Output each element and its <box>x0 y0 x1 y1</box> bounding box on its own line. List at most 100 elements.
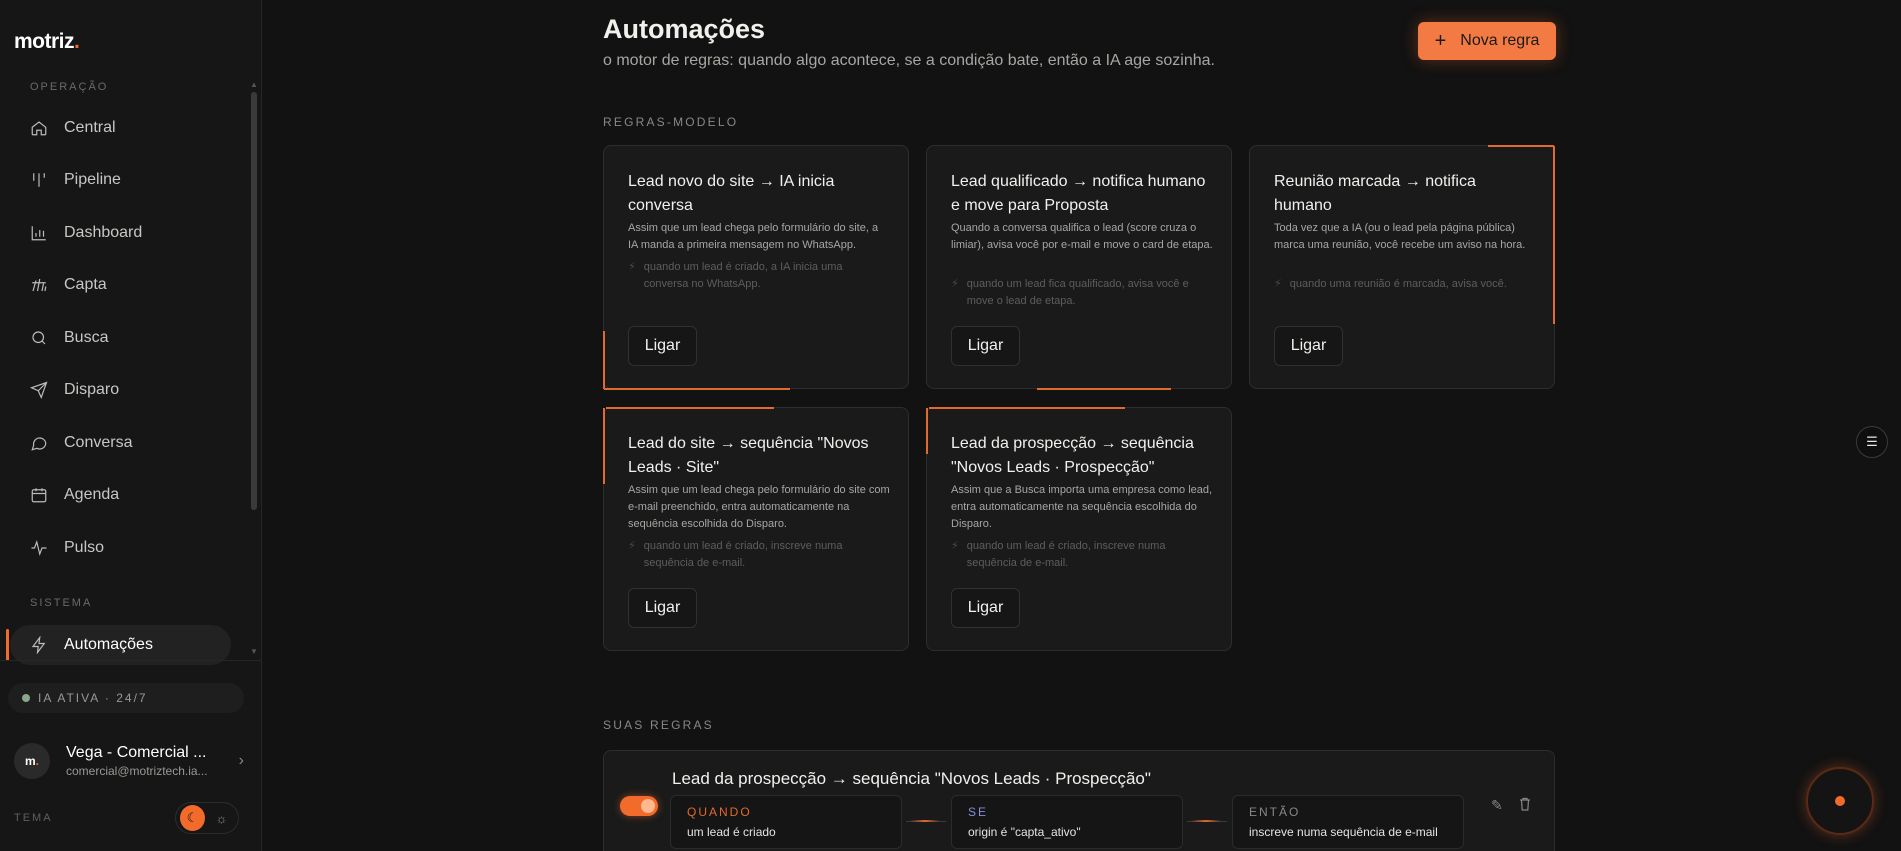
rule-then-value: inscreve numa sequência de e-mail <box>1249 825 1438 839</box>
ia-status-badge: IA ATIVA · 24/7 <box>8 683 244 713</box>
rule-if-value: origin é "capta_ativo" <box>968 825 1081 839</box>
sidebar-item-capta[interactable]: Capta <box>10 265 231 305</box>
card-trigger-text: quando um lead é criado, inscreve numa s… <box>966 540 1166 569</box>
pipeline-icon <box>33 173 45 187</box>
orb-core <box>1835 796 1845 806</box>
sun-icon[interactable]: ☼ <box>209 805 234 831</box>
ligar-button[interactable]: Ligar <box>1274 326 1343 366</box>
home-icon <box>31 121 47 136</box>
sidebar-item-central[interactable]: Central <box>10 108 231 148</box>
user-name: Vega - Comercial ... <box>66 744 207 761</box>
sidebar-item-pulso[interactable]: Pulso <box>10 528 231 568</box>
card-title: Lead do site → sequência "Novos Leads · … <box>628 435 869 476</box>
bar-chart-icon <box>31 226 46 241</box>
rule-if-box: SE origin é "capta_ativo" <box>951 795 1183 849</box>
bolt-icon: ⚡ <box>1274 278 1282 290</box>
sidebar-item-label: Capta <box>64 276 107 293</box>
rule-if-label: SE <box>968 805 989 819</box>
filter-list-icon[interactable]: ☰ <box>1856 426 1888 458</box>
rule-connector <box>1187 820 1227 822</box>
sidebar-item-automacoes[interactable]: Automações <box>6 625 231 665</box>
sidebar-item-label: Conversa <box>64 434 133 451</box>
pulse-icon <box>31 539 47 557</box>
search-icon <box>32 331 46 345</box>
scroll-up-arrow[interactable]: ▲ <box>250 80 258 89</box>
card-trigger-text: quando um lead é criado, a IA inicia uma… <box>643 261 843 290</box>
card-trigger-text: quando uma reunião é marcada, avisa você… <box>1289 278 1507 290</box>
toggle-knob <box>641 799 655 813</box>
card-trigger: ⚡ quando um lead é criado, a IA inicia um… <box>628 259 890 293</box>
sidebar-item-dashboard[interactable]: Dashboard <box>10 213 231 253</box>
card-accent <box>929 407 1125 409</box>
pencil-icon[interactable]: ✎ <box>1491 797 1503 814</box>
rule-row: Lead da prospecção → sequência "Novos Le… <box>603 750 1555 851</box>
card-trigger-text: quando um lead é criado, inscreve numa s… <box>643 540 843 569</box>
chat-icon <box>31 437 47 451</box>
card-description: Assim que um lead chega pelo formulário … <box>628 484 890 530</box>
card-accent <box>604 388 790 390</box>
rule-enabled-toggle[interactable] <box>620 796 658 816</box>
ligar-button[interactable]: Ligar <box>951 588 1020 628</box>
card-description: Assim que a Busca importa uma empresa co… <box>951 484 1213 530</box>
sidebar-item-pipeline[interactable]: Pipeline <box>10 160 231 200</box>
trash-icon[interactable] <box>1519 797 1531 814</box>
card-trigger: ⚡ quando um lead é criado, inscreve numa … <box>951 538 1213 572</box>
brand-logo[interactable]: motriz. <box>14 30 80 54</box>
card-description: Quando a conversa qualifica o lead (scor… <box>951 222 1213 251</box>
ligar-button[interactable]: Ligar <box>951 326 1020 366</box>
send-icon <box>30 381 48 399</box>
connector-glow <box>1191 820 1221 822</box>
ia-status-text: IA ATIVA · 24/7 <box>38 691 148 705</box>
sidebar-item-label: Pipeline <box>64 171 121 188</box>
card-accent <box>606 407 774 409</box>
page-subtitle: o motor de regras: quando algo acontece,… <box>603 52 1215 69</box>
avatar-initials: m <box>24 754 36 768</box>
brand-name: motriz <box>14 30 75 53</box>
ligar-button[interactable]: Ligar <box>628 326 697 366</box>
bolt-icon: ⚡ <box>951 540 959 552</box>
ligar-button[interactable]: Ligar <box>628 588 697 628</box>
new-rule-button[interactable]: + Nova regra <box>1418 22 1556 60</box>
card-accent <box>1553 146 1555 324</box>
card-trigger: ⚡ quando uma reunião é marcada, avisa voc… <box>1274 276 1536 293</box>
moon-icon[interactable]: ☾ <box>180 805 205 831</box>
brand-dot: . <box>74 30 80 53</box>
sidebar-item-agenda[interactable]: Agenda <box>10 475 231 515</box>
avatar-dot: . <box>35 754 39 768</box>
user-email: comercial@motriztech.ia... <box>66 764 208 778</box>
sidebar-scrollbar[interactable] <box>251 92 257 510</box>
rule-when-value: um lead é criado <box>687 825 776 839</box>
sidebar-item-disparo[interactable]: Disparo <box>10 370 231 410</box>
template-card: Lead do site → sequência "Novos Leads · … <box>603 407 909 651</box>
page-title: Automações <box>603 14 766 44</box>
assistant-orb-button[interactable] <box>1806 767 1874 835</box>
theme-toggle[interactable]: ☾ ☼ <box>175 802 239 834</box>
user-info: Vega - Comercial ... comercial@motriztec… <box>66 744 239 778</box>
tema-label: TEMA <box>14 812 53 824</box>
card-title: Lead da prospecção → sequência "Novos Le… <box>951 435 1194 476</box>
template-card: Lead da prospecção → sequência "Novos Le… <box>926 407 1232 651</box>
rule-then-label: ENTÃO <box>1249 805 1301 819</box>
plus-icon: + <box>1434 29 1447 52</box>
status-dot-icon <box>22 694 30 702</box>
sidebar-item-label: Pulso <box>64 539 105 556</box>
card-title: Lead qualificado → notifica humano e mov… <box>951 173 1206 214</box>
card-title: Reunião marcada → notifica humano <box>1274 173 1476 214</box>
rule-title: Lead da prospecção → sequência "Novos Le… <box>672 769 1151 788</box>
sidebar-item-busca[interactable]: Busca <box>10 318 231 358</box>
sidebar-item-label: Central <box>64 119 116 136</box>
template-card: Lead novo do site → IA inicia conversa A… <box>603 145 909 390</box>
rule-when-box: QUANDO um lead é criado <box>670 795 902 849</box>
sidebar-item-label: Busca <box>64 329 109 346</box>
sidebar: motriz. OPERAÇÃO Central Pipeline Dashbo… <box>0 0 262 851</box>
card-title: Lead novo do site → IA inicia conversa <box>628 173 835 214</box>
bolt-icon: ⚡ <box>628 261 636 273</box>
bolt-icon <box>31 636 46 654</box>
card-accent <box>1488 145 1554 147</box>
sidebar-item-conversa[interactable]: Conversa <box>10 423 231 463</box>
bolt-icon: ⚡ <box>951 278 959 290</box>
card-accent <box>926 408 928 454</box>
user-profile[interactable]: m. Vega - Comercial ... comercial@motriz… <box>14 741 244 781</box>
new-rule-label: Nova regra <box>1460 32 1540 49</box>
scroll-down-arrow[interactable]: ▼ <box>250 647 258 656</box>
